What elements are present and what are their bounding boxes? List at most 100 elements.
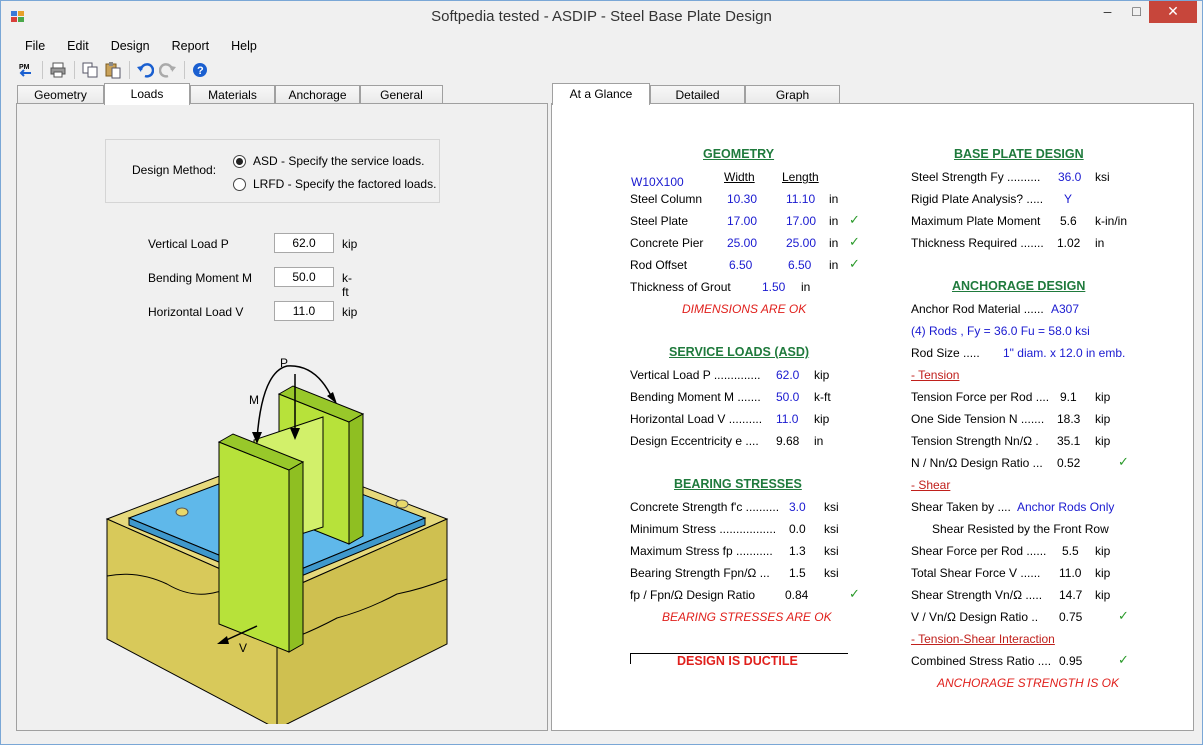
menu-file[interactable]: File [13,37,56,55]
ductile-status: DESIGN IS DUCTILE [677,654,798,668]
app-window: Softpedia tested - ASDIP - Steel Base Pl… [0,0,1203,745]
title-bar: Softpedia tested - ASDIP - Steel Base Pl… [1,1,1202,34]
column-front-flange [218,441,290,653]
interaction-subheading: - Tension-Shear Interaction [911,632,1055,646]
shear-unit: kip [1095,566,1111,580]
bending-moment-input[interactable]: 50.0 [274,267,334,287]
check-icon: ✓ [1118,608,1129,623]
tab-at-a-glance[interactable]: At a Glance [552,83,650,105]
paste-button[interactable] [102,59,124,81]
shear-label: Shear Strength Vn/Ω ..... [911,588,1043,602]
geom-unit: in [829,236,839,250]
service-unit: in [814,434,824,448]
service-unit: kip [814,412,830,426]
tab-materials[interactable]: Materials [190,85,275,104]
divider [630,653,631,664]
column-flange-side [288,461,304,653]
tension-value: 18.3 [1057,412,1081,426]
shear-unit: kip [1095,588,1111,602]
menu-edit[interactable]: Edit [56,37,100,55]
asd-radio[interactable]: ASD - Specify the service loads. [233,154,424,168]
service-value: 9.68 [776,434,800,448]
shear-value: 14.7 [1059,588,1083,602]
tension-label: One Side Tension N ....... [911,412,1045,426]
lrfd-radio[interactable]: LRFD - Specify the factored loads. [233,177,436,191]
copy-icon [82,62,98,78]
menu-design[interactable]: Design [100,37,161,55]
shear-taken-value: Anchor Rods Only [1017,500,1115,514]
tab-anchorage[interactable]: Anchorage [275,85,360,104]
menu-help[interactable]: Help [220,37,268,55]
anchor-rod [175,507,189,517]
maximize-button[interactable]: □ [1123,1,1150,23]
check-icon: ✓ [849,212,860,227]
toolbar-separator [42,61,43,79]
service-label: Design Eccentricity e .... [630,434,759,448]
horizontal-load-label: Horizontal Load V [148,305,244,319]
bearing-unit: ksi [824,500,839,514]
geom-width-value: 17.00 [727,214,758,228]
undo-icon [137,63,154,78]
at-a-glance-panel: GEOMETRY W10X100 Width Length Steel Colu… [551,103,1194,731]
tab-geometry[interactable]: Geometry [17,85,104,104]
tension-unit: kip [1095,434,1111,448]
base-plate-heading: BASE PLATE DESIGN [954,147,1084,161]
bearing-label: Minimum Stress ................. [630,522,777,536]
bending-moment-label: Bending Moment M [148,271,253,285]
horizontal-load-unit: kip [342,305,358,319]
toolbar-separator [129,61,130,79]
vertical-load-input[interactable]: 62.0 [274,233,334,253]
print-button[interactable] [47,59,69,81]
close-button[interactable]: ✕ [1149,1,1197,23]
anchor-rod [395,499,409,509]
load-v-label: V [239,641,247,655]
plate-unit: k-in/in [1095,214,1128,228]
geom-width-value: 6.50 [729,258,753,272]
tension-label: N / Nn/Ω Design Ratio ... [911,456,1043,470]
paste-icon [105,62,121,79]
redo-button[interactable] [157,59,179,81]
radio-selected-icon [233,154,246,168]
radio-unselected-icon [233,177,246,191]
minimize-button[interactable]: – [1094,1,1121,23]
anchor-material-label: Anchor Rod Material ...... [911,302,1044,316]
length-header: Length [782,170,819,184]
tab-detailed[interactable]: Detailed [650,85,745,104]
tension-value: 35.1 [1057,434,1081,448]
tab-general[interactable]: General [360,85,443,104]
bearing-unit: ksi [824,566,839,580]
tab-loads[interactable]: Loads [104,83,190,105]
shear-value: 5.5 [1062,544,1079,558]
menu-report[interactable]: Report [161,37,221,55]
horizontal-load-input[interactable]: 11.0 [274,301,334,321]
base-plate-diagram: P M V [105,356,449,724]
plate-value: 5.6 [1060,214,1077,228]
bearing-label: fp / Fpn/Ω Design Ratio [630,588,756,602]
pm-button[interactable]: PM [15,59,37,81]
plate-unit: ksi [1095,170,1110,184]
copy-button[interactable] [79,59,101,81]
load-m-label: M [249,393,259,407]
loads-panel: Design Method: ASD - Specify the service… [16,103,548,731]
toolbar-separator [74,61,75,79]
section-name: W10X100 [631,175,684,189]
tab-graph[interactable]: Graph [745,85,840,104]
bearing-value: 1.5 [789,566,806,580]
front-row-text: Shear Resisted by the Front Row [932,522,1109,536]
bearing-value: 0.0 [789,522,806,536]
undo-button[interactable] [134,59,156,81]
bending-moment-unit: k-ft [342,271,352,299]
service-label: Horizontal Load V .......... [630,412,763,426]
bearing-unit: ksi [824,522,839,536]
redo-icon [159,63,176,78]
plate-label: Rigid Plate Analysis? ..... [911,192,1044,206]
service-unit: kip [814,368,830,382]
shear-value: 0.75 [1059,610,1083,624]
plate-value: Y [1064,192,1073,206]
plate-value: 1.02 [1057,236,1081,250]
lrfd-label: LRFD - Specify the factored loads. [253,177,437,191]
svg-text:?: ? [197,65,204,77]
help-button[interactable]: ? [189,59,211,81]
bearing-label: Bearing Strength Fpn/Ω ... [630,566,770,580]
tension-value: 0.52 [1057,456,1081,470]
